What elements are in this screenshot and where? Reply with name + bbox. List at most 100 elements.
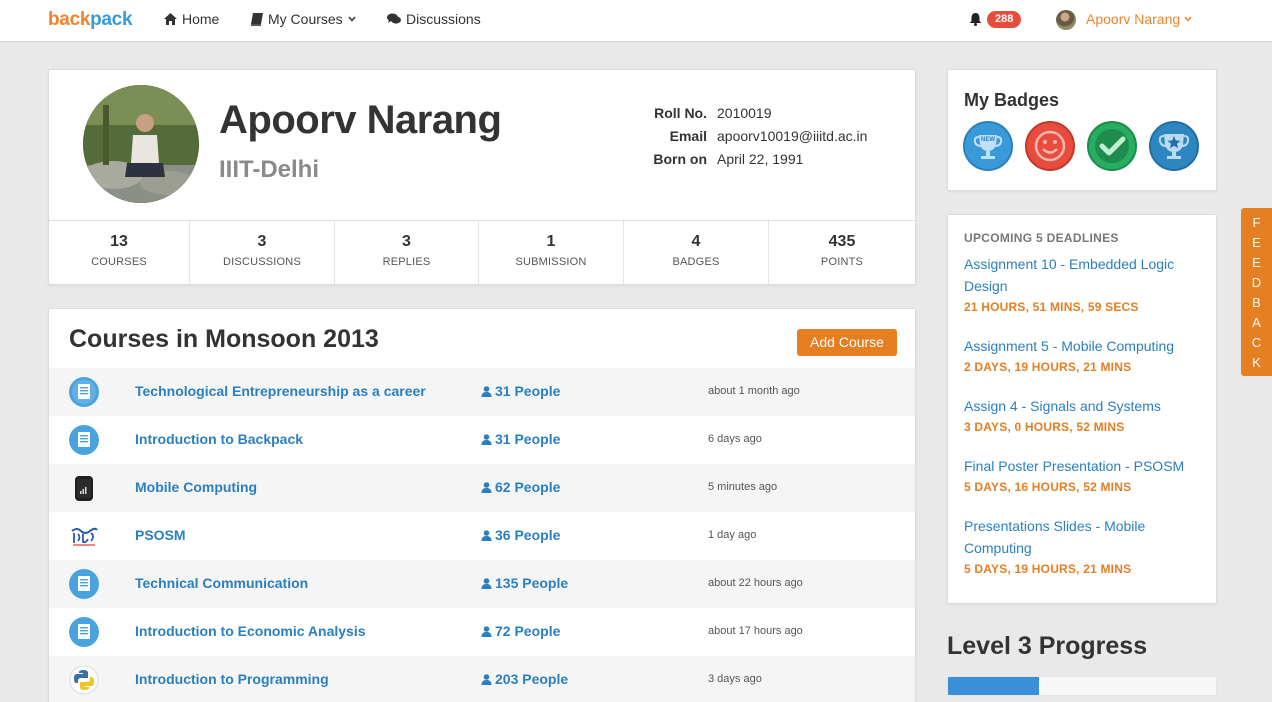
course-people[interactable]: 135 People <box>481 575 568 591</box>
deadline-title[interactable]: Assignment 10 - Embedded Logic Design <box>964 253 1204 297</box>
course-row[interactable]: Introduction to Economic Analysis 72 Peo… <box>49 608 915 656</box>
deadline-title[interactable]: Presentations Slides - Mobile Computing <box>964 515 1204 559</box>
user-menu[interactable]: Apoorv Narang <box>1086 11 1192 27</box>
course-name[interactable]: Technological Entrepreneurship as a care… <box>135 383 426 399</box>
email-label: Email <box>669 128 707 144</box>
course-name[interactable]: Technical Communication <box>135 575 308 591</box>
course-people[interactable]: 36 People <box>481 527 560 543</box>
user-avatar[interactable] <box>1056 10 1076 30</box>
course-people[interactable]: 62 People <box>481 479 560 495</box>
svg-text:NEW: NEW <box>981 137 995 143</box>
feedback-letter: F <box>1252 215 1261 230</box>
stat-label: REPLIES <box>382 256 431 268</box>
course-row[interactable]: PSOSM 36 People 1 day ago <box>49 512 915 560</box>
course-people-count: 36 People <box>495 527 561 543</box>
stat-label: POINTS <box>820 256 864 268</box>
stat-discussions[interactable]: 3 DISCUSSIONS <box>190 221 335 284</box>
user-menu-name: Apoorv Narang <box>1086 11 1181 27</box>
stat-label: SUBMISSION <box>515 256 587 268</box>
course-people-count: 31 People <box>495 383 561 399</box>
nav-my-courses-label: My Courses <box>268 11 343 27</box>
phone-icon <box>75 476 93 501</box>
course-people-count: 62 People <box>495 479 561 495</box>
profile-institute: IIIT-Delhi <box>219 156 320 183</box>
user-icon <box>481 433 492 445</box>
course-name[interactable]: Introduction to Economic Analysis <box>135 623 366 639</box>
new-trophy-icon[interactable]: NEW <box>963 121 1013 171</box>
nav-home-label: Home <box>182 11 220 27</box>
feedback-letter: E <box>1252 255 1261 270</box>
checkmark-icon[interactable] <box>1087 121 1137 171</box>
roll-value: 2010019 <box>717 105 772 121</box>
badges-card: My Badges NEW <box>947 69 1217 191</box>
deadline-remaining: 5 DAYS, 16 HOURS, 52 MINS <box>964 480 1132 494</box>
notification-count-badge[interactable]: 288 <box>987 11 1022 28</box>
course-row[interactable]: Technical Communication 135 People about… <box>49 560 915 608</box>
profile-photo <box>83 85 199 203</box>
precog-logo-icon <box>71 527 98 546</box>
deadline-title[interactable]: Assign 4 - Signals and Systems <box>964 395 1204 417</box>
stat-badges[interactable]: 4 BADGES <box>624 221 769 284</box>
deadline-title[interactable]: Final Poster Presentation - PSOSM <box>964 455 1204 477</box>
course-name[interactable]: Mobile Computing <box>135 479 257 495</box>
course-row[interactable]: Introduction to Backpack 31 People 6 day… <box>49 416 915 464</box>
info-roll-row: Roll No. 2010019 <box>637 102 867 125</box>
course-name[interactable]: Introduction to Backpack <box>135 431 303 447</box>
user-icon <box>481 481 492 493</box>
course-people[interactable]: 31 People <box>481 431 560 447</box>
book-icon <box>69 569 99 599</box>
user-icon <box>481 625 492 637</box>
add-course-button[interactable]: Add Course <box>797 329 897 356</box>
profile-name: Apoorv Narang <box>219 98 502 142</box>
stat-value: 435 <box>828 233 856 250</box>
star-trophy-icon[interactable] <box>1149 121 1199 171</box>
stat-value: 3 <box>257 233 267 250</box>
stat-label: DISCUSSIONS <box>223 256 301 268</box>
course-name[interactable]: Introduction to Programming <box>135 671 329 687</box>
book-icon <box>69 617 99 647</box>
course-people[interactable]: 203 People <box>481 671 568 687</box>
course-row[interactable]: Introduction to Programming 203 People 3… <box>49 656 915 702</box>
nav-discussions[interactable]: Discussions <box>387 11 481 27</box>
stat-courses[interactable]: 13 COURSES <box>49 221 190 284</box>
stat-replies[interactable]: 3 REPLIES <box>335 221 479 284</box>
stat-value: 4 <box>691 233 701 250</box>
course-people[interactable]: 72 People <box>481 623 560 639</box>
top-navbar: backpack Home My Courses Discussions 288… <box>0 0 1272 42</box>
stat-submission[interactable]: 1 SUBMISSION <box>479 221 624 284</box>
deadline-remaining: 21 HOURS, 51 MINS, 59 SECS <box>964 300 1139 314</box>
deadlines-card: UPCOMING 5 DEADLINES Assignment 10 - Emb… <box>947 214 1217 604</box>
course-people-count: 203 People <box>495 671 569 687</box>
course-row[interactable]: Mobile Computing 62 People 5 minutes ago <box>49 464 915 512</box>
feedback-letter: E <box>1252 235 1261 250</box>
stat-value: 1 <box>546 233 556 250</box>
user-icon <box>481 529 492 541</box>
brand-logo[interactable]: backpack <box>48 9 133 31</box>
stat-points[interactable]: 435 POINTS <box>769 221 915 284</box>
deadline-item: Presentations Slides - Mobile Computing … <box>964 515 1204 576</box>
course-people-count: 31 People <box>495 431 561 447</box>
bell-icon[interactable] <box>969 12 982 26</box>
smiley-icon[interactable] <box>1025 121 1075 171</box>
feedback-tab[interactable]: FEEDBACK <box>1241 208 1272 376</box>
deadline-title[interactable]: Assignment 5 - Mobile Computing <box>964 335 1204 357</box>
roll-label: Roll No. <box>654 105 707 121</box>
nav-discussions-label: Discussions <box>406 11 481 27</box>
course-people[interactable]: 31 People <box>481 383 560 399</box>
stat-label: COURSES <box>91 256 147 268</box>
deadline-remaining: 5 DAYS, 19 HOURS, 21 MINS <box>964 562 1132 576</box>
feedback-letter: A <box>1252 315 1261 330</box>
stat-value: 3 <box>402 233 411 250</box>
book-icon <box>251 12 263 26</box>
deadline-item: Assignment 10 - Embedded Logic Design 21… <box>964 253 1204 314</box>
level-progress-bar <box>947 676 1217 696</box>
profile-info: Roll No. 2010019 Email apoorv10019@iiitd… <box>637 102 867 171</box>
course-row[interactable]: Technological Entrepreneurship as a care… <box>49 368 915 416</box>
nav-home[interactable]: Home <box>164 11 219 27</box>
chevron-down-icon <box>1184 16 1192 22</box>
stat-value: 13 <box>110 233 128 250</box>
brand-part-2: pack <box>90 9 133 30</box>
course-name[interactable]: PSOSM <box>135 527 186 543</box>
nav-my-courses[interactable]: My Courses <box>251 11 356 27</box>
course-list: Technological Entrepreneurship as a care… <box>49 368 915 702</box>
